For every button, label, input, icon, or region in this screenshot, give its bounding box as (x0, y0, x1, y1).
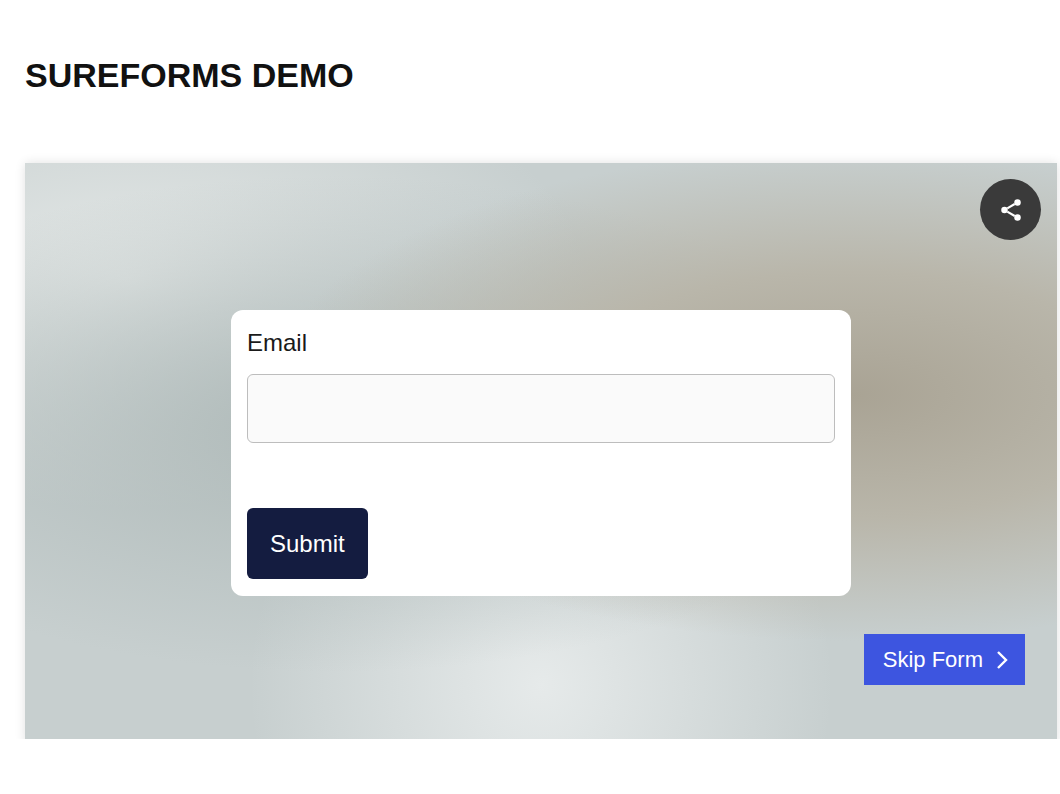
chevron-right-icon (995, 649, 1009, 671)
form-card: Email Submit (231, 310, 851, 596)
submit-button[interactable]: Submit (247, 508, 368, 579)
form-hero: Email Submit Skip Form (25, 163, 1057, 739)
share-button[interactable] (980, 179, 1041, 240)
page: SUREFORMS DEMO Email Submit Skip Form (0, 0, 1060, 739)
skip-form-button[interactable]: Skip Form (864, 634, 1025, 685)
email-input[interactable] (247, 374, 835, 443)
field-label: Email (247, 326, 307, 360)
share-icon (998, 197, 1024, 223)
skip-form-label: Skip Form (883, 647, 983, 673)
page-title: SUREFORMS DEMO (25, 55, 1057, 95)
